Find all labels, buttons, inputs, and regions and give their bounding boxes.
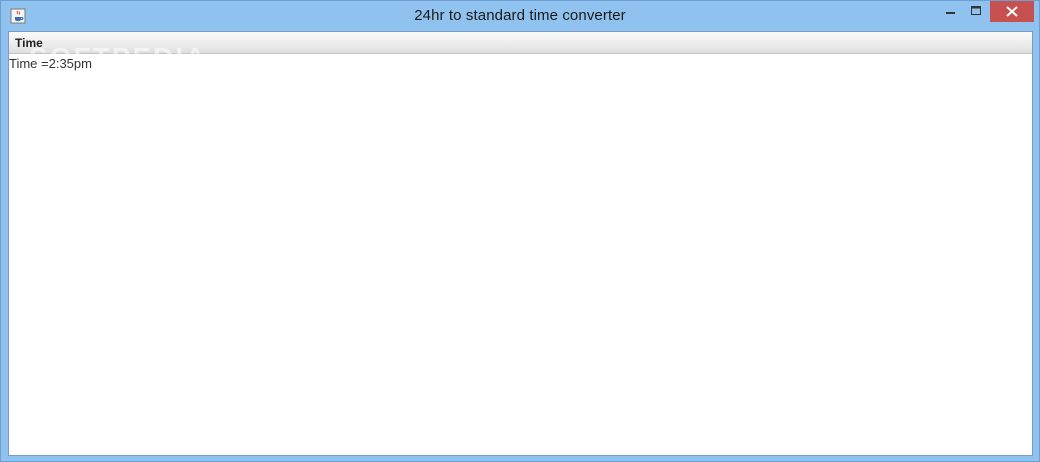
app-window: 24hr to standard time converter Time Tim… <box>0 0 1040 462</box>
table-body: Time =2:35pm <box>9 54 1032 455</box>
title-bar[interactable]: 24hr to standard time converter <box>1 1 1039 32</box>
time-table[interactable]: Time SOFTPEDIA Time =2:35pm <box>8 31 1033 456</box>
minimize-button[interactable] <box>938 1 964 22</box>
close-button[interactable] <box>990 1 1034 22</box>
table-header: Time SOFTPEDIA <box>9 32 1032 73</box>
window-title: 24hr to standard time converter <box>414 7 626 24</box>
maximize-button[interactable] <box>964 1 989 22</box>
column-header-time[interactable]: Time <box>15 36 43 50</box>
table-cell[interactable]: Time =2:35pm <box>9 56 92 71</box>
